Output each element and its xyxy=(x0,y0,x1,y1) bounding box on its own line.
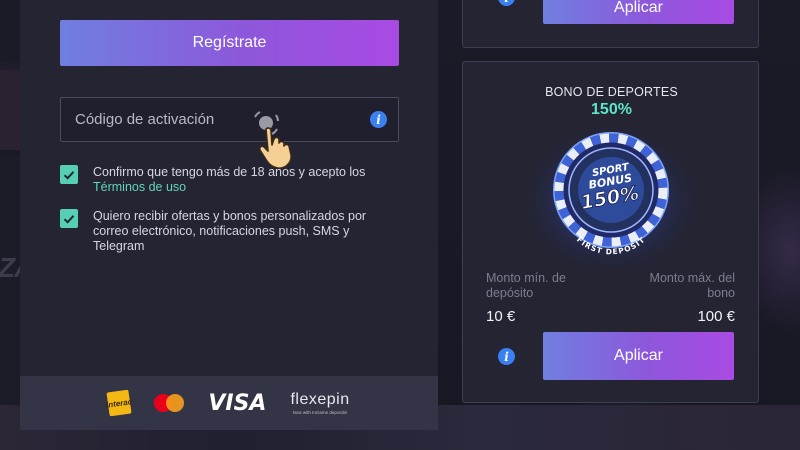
register-button[interactable]: Regístrate xyxy=(60,20,399,66)
activation-code-field[interactable]: i xyxy=(60,97,399,142)
bonus-percent: 150% xyxy=(591,101,632,118)
info-icon[interactable]: i xyxy=(498,0,515,6)
checkmark-icon xyxy=(63,170,75,180)
background-tile xyxy=(0,70,20,150)
registration-panel: Regístrate i Confirmo que tengo más de 1… xyxy=(20,0,438,430)
flexepin-icon: flexepin Now with InGame deposits! xyxy=(290,391,350,415)
bonus-card-previous: i Aplicar xyxy=(462,0,759,48)
age-terms-checkbox[interactable] xyxy=(60,165,78,184)
interac-icon: Interac xyxy=(106,389,133,417)
apply-button[interactable]: Aplicar xyxy=(543,0,734,24)
max-bonus-label: Monto máx. del bono xyxy=(649,271,735,300)
offers-consent: Quiero recibir ofertas y bonos personali… xyxy=(60,209,393,254)
min-deposit-label: Monto mín. de depósito xyxy=(486,271,566,300)
age-terms-consent: Confirmo que tengo más de 18 años y acep… xyxy=(60,165,393,195)
offers-checkbox[interactable] xyxy=(60,209,78,228)
sports-bonus-card: BONO DE DEPORTES 150% SPORT BONUS 150% F… xyxy=(462,61,759,403)
apply-button[interactable]: Aplicar xyxy=(543,332,734,380)
checkmark-icon xyxy=(63,214,75,224)
min-deposit-value: 10 € xyxy=(486,308,516,325)
max-bonus-value: 100 € xyxy=(697,308,735,325)
sport-bonus-chip-icon: SPORT BONUS 150% FIRST DEPOSIT xyxy=(519,122,703,278)
offers-label: Quiero recibir ofertas y bonos personali… xyxy=(93,209,367,253)
hand-pointer-icon xyxy=(259,127,292,169)
payment-methods-bar: Interac VISA flexepin Now with InGame de… xyxy=(20,376,438,430)
bonus-title: BONO DE DEPORTES xyxy=(545,85,678,99)
info-icon[interactable]: i xyxy=(370,111,387,128)
info-icon[interactable]: i xyxy=(498,348,515,365)
age-terms-label: Confirmo que tengo más de 18 años y acep… xyxy=(93,165,366,179)
visa-icon: VISA xyxy=(208,390,267,416)
terms-of-use-link[interactable]: Términos de uso xyxy=(93,180,186,194)
activation-code-input[interactable] xyxy=(61,98,361,141)
mastercard-icon xyxy=(154,394,185,412)
